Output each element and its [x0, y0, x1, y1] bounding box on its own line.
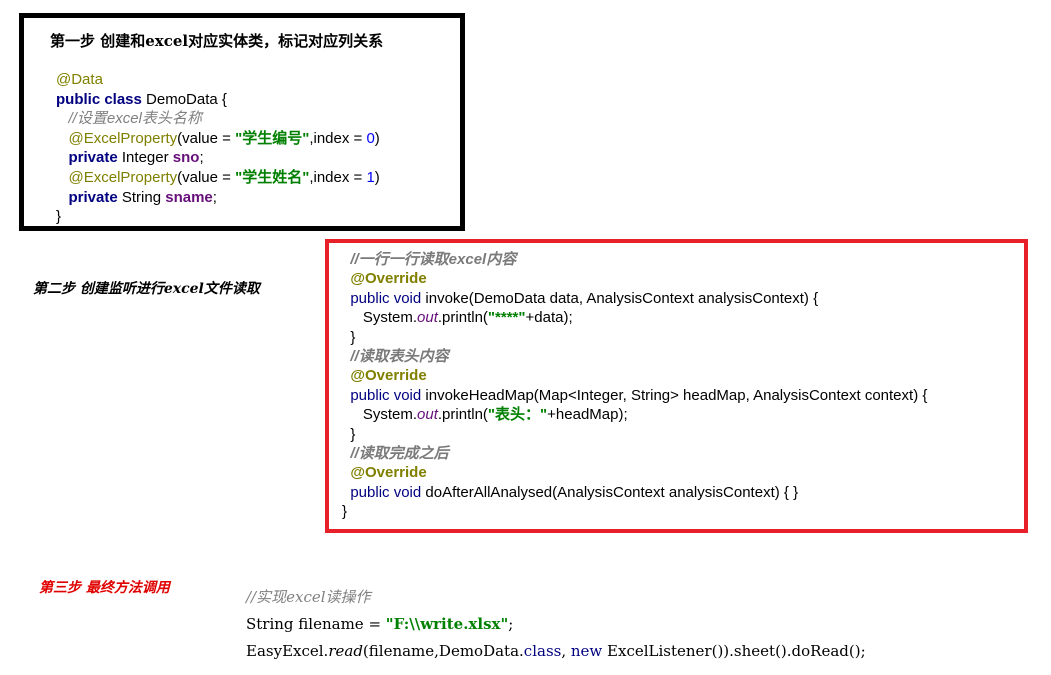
- code-text: +headMap);: [547, 406, 628, 424]
- code-comment: //读取表头内容: [350, 348, 449, 366]
- code-text: }: [350, 328, 356, 346]
- code-keyword: private: [68, 149, 118, 167]
- code-comment: //读取完成之后: [350, 445, 449, 463]
- step2-code-box: //一行一行读取excel内容 @Override public void in…: [325, 239, 1028, 533]
- code-string: "F:\\write.xlsx": [385, 615, 509, 633]
- code-text: System.: [362, 406, 418, 424]
- step1-code-box: 第一步 创建和excel对应实体类，标记对应列关系 @Data public c…: [19, 13, 465, 231]
- code-string: "****": [487, 309, 526, 327]
- code-text: (value =: [177, 129, 236, 147]
- code-text: ;: [508, 615, 514, 633]
- code-text: (filename,DemoData.: [362, 642, 524, 660]
- code-method: read: [328, 642, 363, 660]
- code-annotation: @Override: [350, 464, 427, 482]
- code-text: ): [374, 129, 380, 147]
- code-text: ;: [199, 149, 204, 167]
- step3-code: //实现excel读操作 String filename = "F:\\writ…: [246, 584, 866, 665]
- code-text: String filename =: [246, 615, 386, 633]
- code-text: }: [342, 503, 348, 521]
- code-static-field: out: [417, 309, 438, 327]
- code-string: "学生编号": [235, 129, 310, 147]
- code-keyword: public void: [350, 386, 422, 404]
- code-number: 1: [366, 168, 375, 186]
- code-text: .println(: [437, 309, 488, 327]
- code-field: sno: [172, 149, 200, 167]
- step2-label: 第二步 创建监听进行excel文件读取: [33, 281, 260, 297]
- code-text: DemoData {: [141, 90, 227, 108]
- step1-code: @Data public class DemoData { //设置excel表…: [56, 70, 380, 227]
- code-text: (value =: [177, 168, 236, 186]
- code-annotation: @Override: [350, 367, 427, 385]
- code-text: +data);: [525, 309, 573, 327]
- code-type: Integer: [117, 149, 173, 167]
- step2-code: //一行一行读取excel内容 @Override public void in…: [342, 250, 927, 522]
- code-text: ,index =: [309, 168, 367, 186]
- code-text: ;: [212, 188, 217, 206]
- code-keyword: class: [523, 642, 562, 660]
- code-string: "学生姓名": [235, 168, 310, 186]
- code-text: invokeHeadMap(Map<Integer, String> headM…: [421, 386, 928, 404]
- code-text: EasyExcel.: [246, 642, 329, 660]
- code-annotation: @Override: [350, 270, 427, 288]
- step3-label: 第三步 最终方法调用: [39, 580, 170, 596]
- code-string: "表头：": [487, 406, 548, 424]
- code-keyword: new: [570, 642, 603, 660]
- code-keyword: public void: [350, 483, 422, 501]
- code-text: ,: [561, 642, 571, 660]
- step1-title: 第一步 创建和excel对应实体类，标记对应列关系: [50, 32, 384, 50]
- code-text: invoke(DemoData data, AnalysisContext an…: [421, 289, 819, 307]
- code-static-field: out: [417, 406, 438, 424]
- code-text: System.: [362, 309, 418, 327]
- code-comment: //一行一行读取excel内容: [350, 251, 517, 268]
- code-comment: //设置excel表头名称: [68, 110, 202, 128]
- code-annotation: @ExcelProperty: [68, 168, 178, 186]
- code-annotation: @Data: [56, 71, 103, 88]
- code-text: }: [56, 208, 62, 226]
- code-text: .println(: [437, 406, 488, 424]
- code-keyword: private: [68, 188, 118, 206]
- code-text: ): [374, 168, 380, 186]
- code-text: ExcelListener()).sheet().doRead();: [602, 642, 866, 660]
- code-text: doAfterAllAnalysed(AnalysisContext analy…: [421, 483, 799, 501]
- code-annotation: @ExcelProperty: [68, 129, 178, 147]
- code-type: String: [117, 188, 166, 206]
- code-keyword: public void: [350, 289, 422, 307]
- code-keyword: public class: [56, 90, 142, 108]
- code-comment: //实现excel读操作: [246, 588, 371, 606]
- code-text: }: [350, 425, 356, 443]
- code-number: 0: [366, 129, 375, 147]
- code-text: ,index =: [309, 129, 367, 147]
- code-field: sname: [165, 188, 213, 206]
